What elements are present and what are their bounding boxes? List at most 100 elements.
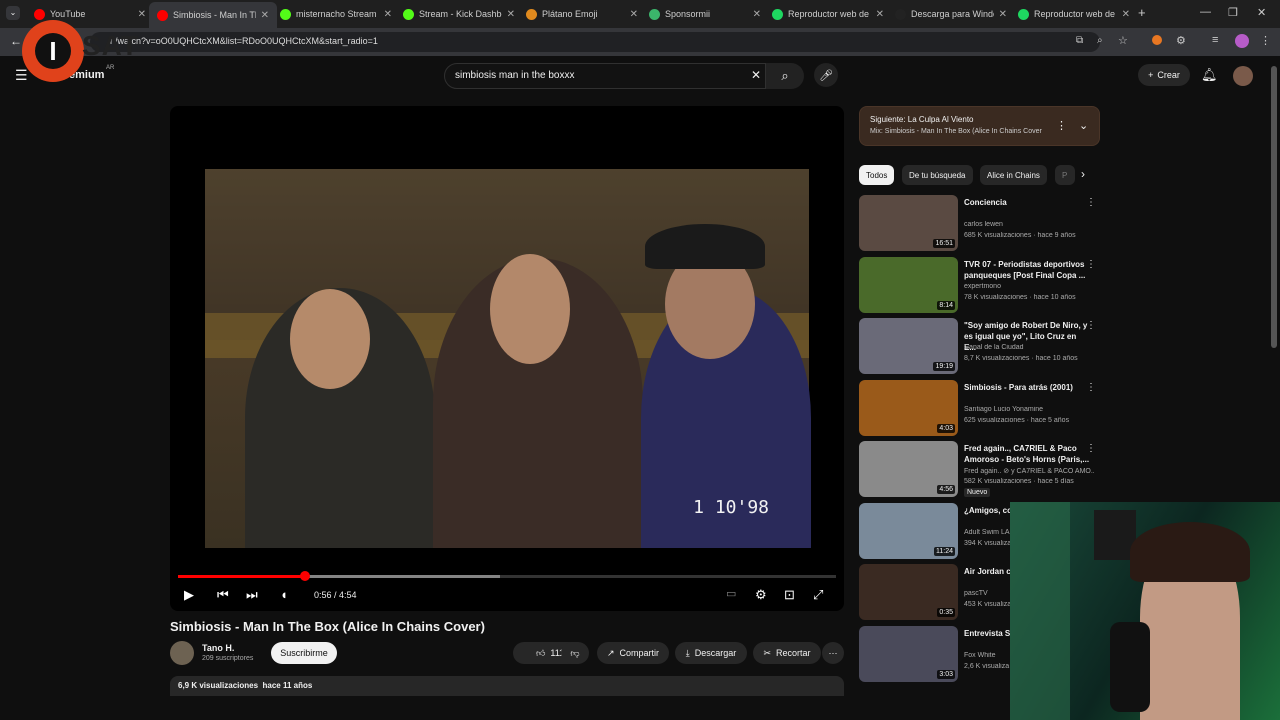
zoom-icon[interactable]: ⌕ — [1097, 35, 1103, 46]
fullscreen-icon[interactable]: ⤢ — [813, 587, 823, 603]
share-button[interactable]: ↗ Compartir — [597, 642, 669, 664]
browser-tab[interactable]: misternacho Stream ✕ — [272, 4, 400, 24]
chevron-down-icon[interactable]: ⌄ — [1079, 119, 1088, 132]
tab-close-icon[interactable]: ✕ — [1122, 9, 1130, 20]
search-input[interactable]: simbiosis man in the boxxx — [444, 63, 766, 89]
scrubber-handle[interactable] — [299, 571, 310, 581]
next-icon[interactable]: ⏭︎ — [246, 587, 258, 603]
browser-tab[interactable]: Sponsormii ✕ — [641, 4, 769, 24]
video-thumbnail[interactable]: 0:35 — [859, 564, 958, 620]
recommended-channel[interactable]: Canal de la Ciudad — [964, 344, 1094, 351]
tab-close-icon[interactable]: ✕ — [138, 9, 146, 20]
hamburger-menu-icon[interactable]: ☰ — [15, 67, 28, 84]
video-thumbnail[interactable]: 16:51 — [859, 195, 958, 251]
create-label: Crear — [1157, 70, 1180, 80]
more-options-icon[interactable]: ⋮ — [1056, 119, 1067, 132]
more-options-icon[interactable]: ⋮ — [1086, 382, 1096, 393]
chip-de-tu-busqueda[interactable]: De tu búsqueda — [902, 165, 973, 185]
minimize-icon[interactable]: — — [1200, 6, 1211, 18]
tab-close-icon[interactable]: ✕ — [999, 9, 1007, 20]
more-options-icon[interactable]: ⋮ — [1086, 197, 1096, 208]
recommended-title[interactable]: TVR 07 - Periodistas deportivos panquequ… — [964, 259, 1090, 281]
description-box[interactable]: 6,9 K visualizaciones hace 11 años — [170, 676, 844, 696]
recommended-title[interactable]: Conciencia — [964, 197, 1090, 208]
notifications-bell-icon[interactable]: 🔔︎ — [1201, 67, 1218, 83]
subtitles-icon[interactable]: ▭ — [726, 587, 736, 600]
more-options-icon[interactable]: ⋮ — [1086, 443, 1096, 454]
recommended-video[interactable]: 16:51 Conciencia carlos lewen 685 K visuali… — [859, 195, 1100, 253]
new-tab-button[interactable]: + — [1138, 5, 1146, 20]
chip-partial[interactable]: P — [1055, 165, 1075, 185]
extension-icon[interactable] — [1152, 35, 1162, 45]
browser-tab[interactable]: Plátano Emoji ✕ — [518, 4, 646, 24]
video-thumbnail[interactable]: 3:03 — [859, 625, 958, 682]
dislike-button[interactable]: 👎︎ — [561, 642, 589, 664]
browser-tab[interactable]: Simbiosis - Man In Th ✕ — [149, 2, 277, 28]
chip-alice-in-chains[interactable]: Alice in Chains — [980, 165, 1047, 185]
theater-mode-icon[interactable]: ⊡ — [784, 587, 795, 603]
upload-age: hace 11 años — [262, 681, 313, 690]
subscribe-button[interactable]: Suscribirme — [271, 642, 337, 664]
tab-search-button[interactable]: ⌄ — [6, 6, 20, 20]
restore-icon[interactable]: ❐ — [1228, 6, 1238, 19]
recommended-video[interactable]: 4:56 Fred again.., CA7RIEL & Paco Amoroso… — [859, 441, 1100, 499]
browser-tab[interactable]: Reproductor web de ✕ — [764, 4, 892, 24]
video-thumbnail[interactable]: 4:03 — [859, 379, 958, 436]
tab-close-icon[interactable]: ✕ — [630, 9, 638, 20]
browser-tab-bar: ⌄ YouTube ✕ Simbiosis - Man In Th ✕ misterna… — [0, 0, 1280, 28]
download-button[interactable]: ⤓ Descargar — [675, 642, 747, 664]
volume-icon[interactable]: ◖ — [280, 587, 288, 602]
recommended-video[interactable]: 8:14 TVR 07 - Periodistas deportivos panq… — [859, 256, 1100, 315]
browser-menu-icon[interactable]: ⋮ — [1260, 34, 1271, 47]
create-button[interactable]: + Crear — [1138, 64, 1190, 86]
browser-tab[interactable]: Reproductor web de ✕ — [1010, 4, 1138, 24]
recommended-video[interactable]: 4:03 Simbiosis - Para atrás (2001) Santiag… — [859, 379, 1100, 438]
profile-avatar[interactable] — [1235, 34, 1249, 48]
browser-tab[interactable]: Descarga para Windo ✕ — [887, 4, 1015, 24]
recommended-channel[interactable]: Santiago Lucio Yonamine — [964, 406, 1094, 413]
clip-button[interactable]: ✂ Recortar — [753, 642, 821, 664]
play-icon[interactable]: ▶ — [184, 587, 194, 603]
tab-close-icon[interactable]: ✕ — [876, 9, 884, 20]
previous-icon[interactable]: ⏮︎ — [217, 587, 229, 603]
recommended-title[interactable]: Fred again.., CA7RIEL & Paco Amoroso - B… — [964, 443, 1090, 465]
tab-close-icon[interactable]: ✕ — [753, 9, 761, 20]
tab-close-icon[interactable]: ✕ — [507, 9, 515, 20]
video-player[interactable]: 1 10'98 ▶ ⏮︎ ⏭︎ ◖ 0:56 / 4:54 ▭ ⚙ ⊡ ⤢ — [170, 106, 844, 611]
video-thumbnail[interactable]: 4:56 — [859, 441, 958, 497]
video-thumbnail[interactable]: 11:24 — [859, 502, 958, 559]
playlist-next-panel[interactable]: Siguiente: La Culpa Al Viento Mix: Simbi… — [859, 106, 1100, 146]
browser-tab[interactable]: Stream - Kick Dashbo ✕ — [395, 4, 523, 24]
recommended-channel[interactable]: expertmono — [964, 283, 1094, 290]
channel-avatar[interactable] — [170, 641, 194, 665]
page-scrollbar[interactable] — [1271, 66, 1277, 348]
voice-search-button[interactable]: 🎤︎ — [814, 63, 838, 87]
more-actions-button[interactable]: ⋯ — [822, 642, 844, 664]
tab-close-icon[interactable]: ✕ — [384, 9, 392, 20]
recommended-channel[interactable]: carlos lewen — [964, 221, 1094, 228]
video-thumbnail[interactable]: 19:19 — [859, 318, 958, 374]
search-button[interactable]: ⌕ — [766, 63, 804, 89]
progress-bar[interactable] — [178, 571, 836, 581]
more-options-icon[interactable]: ⋮ — [1086, 259, 1096, 270]
account-avatar[interactable] — [1233, 66, 1253, 86]
channel-name[interactable]: Tano H. — [202, 643, 234, 653]
extensions-puzzle-icon[interactable]: ⚙ — [1176, 34, 1186, 47]
recommended-video[interactable]: 19:19 "Soy amigo de Robert De Niro, y es … — [859, 318, 1100, 376]
more-options-icon[interactable]: ⋮ — [1086, 320, 1096, 331]
close-window-icon[interactable]: ✕ — [1257, 6, 1266, 19]
url-field[interactable]: n/watch?v=oO0UQHCtcXM&list=RDoO0UQHCtcXM… — [90, 32, 1100, 52]
clear-search-icon[interactable]: ✕ — [751, 68, 761, 82]
tab-close-icon[interactable]: ✕ — [261, 10, 269, 21]
recommended-title[interactable]: Simbiosis - Para atrás (2001) — [964, 382, 1090, 393]
chevron-right-icon[interactable]: › — [1081, 167, 1085, 181]
plus-icon: + — [1148, 70, 1154, 80]
install-icon[interactable]: ⧉ — [1076, 35, 1083, 46]
bookmark-star-icon[interactable]: ☆ — [1118, 34, 1128, 47]
settings-gear-icon[interactable]: ⚙ — [755, 587, 767, 603]
chip-todos[interactable]: Todos — [859, 165, 895, 185]
video-thumbnail[interactable]: 8:14 — [859, 256, 958, 313]
back-icon[interactable]: ← — [10, 34, 22, 48]
recommended-channel[interactable]: Fred again.. ⊘ y CA7RIEL & PACO AMO... — [964, 467, 1094, 475]
media-icon[interactable]: ≡ — [1212, 34, 1218, 46]
